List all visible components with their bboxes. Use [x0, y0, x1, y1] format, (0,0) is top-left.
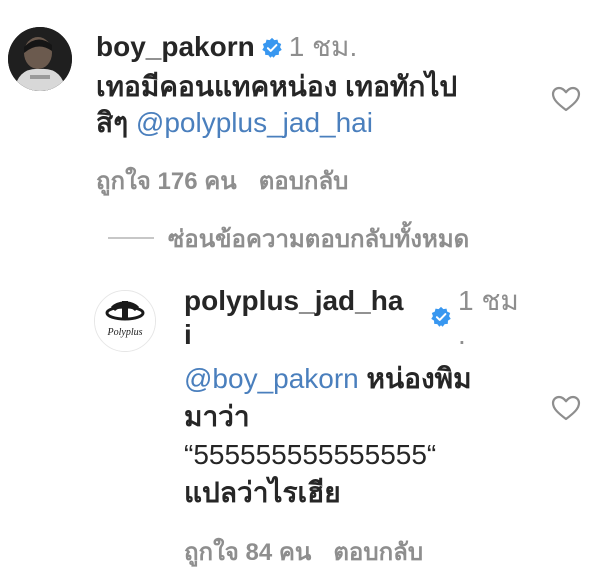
reply-username-line2: i	[184, 319, 192, 350]
comment-text: เทอมีคอนแทคหน่อง เทอทักไป สิๆ @polyplus_…	[96, 69, 516, 141]
avatar-polyplus[interactable]: Polyplus	[94, 290, 156, 352]
comment-header: boy_pakorn 1 ชม.	[96, 28, 516, 69]
avatar-photo	[8, 27, 72, 91]
reply-text-line3: “555555555555555“	[184, 439, 437, 470]
polyplus-logo: Polyplus	[95, 291, 155, 351]
comment-actions: ถูกใจ 176 คน ตอบกลับ	[96, 161, 516, 200]
avatar-boy-pakorn[interactable]	[8, 27, 72, 91]
polyplus-logo-text: Polyplus	[107, 327, 143, 338]
reply-time-line2: .	[458, 319, 466, 350]
verified-badge-icon	[261, 31, 283, 69]
heart-outline-icon[interactable]	[551, 395, 581, 421]
comment-likes-count[interactable]: ถูกใจ 176 คน	[96, 168, 237, 195]
reply-username-line1: polyplus_jad_ha	[184, 285, 404, 316]
reply-text: @boy_pakorn หน่องพิม มาว่า “555555555555…	[184, 360, 534, 512]
reply-username[interactable]: polyplus_jad_ha i	[184, 284, 403, 352]
comment-text-line1: เทอมีคอนแทคหน่อง เทอทักไป	[96, 71, 458, 102]
reply-text-line2: มาว่า	[184, 401, 250, 432]
comment: boy_pakorn 1 ชม. เทอมีคอนแทคหน่อง เทอทักไ…	[96, 28, 516, 200]
comment-text-line2: สิๆ @polyplus_jad_hai	[96, 105, 516, 141]
verified-badge-icon	[430, 306, 452, 333]
reply-text-after-mention: หน่องพิม	[366, 363, 472, 394]
reply-likes-count[interactable]: ถูกใจ 84 คน	[184, 539, 311, 566]
reply-comment: polyplus_jad_ha i 1 ชม . @boy_pakorn หน่…	[184, 284, 534, 571]
reply-reply-button[interactable]: ตอบกลับ	[333, 539, 423, 566]
comment-reply-button[interactable]: ตอบกลับ	[259, 168, 349, 195]
reply-time[interactable]: 1 ชม .	[458, 284, 519, 352]
reply-text-line1: @boy_pakorn หน่องพิม	[184, 360, 534, 398]
heart-outline-icon[interactable]	[551, 86, 581, 112]
comment-time[interactable]: 1 ชม.	[289, 31, 358, 62]
comment-mention-link[interactable]: @polyplus_jad_hai	[136, 107, 373, 138]
hide-replies-button[interactable]: ซ่อนข้อความตอบกลับทั้งหมด	[108, 218, 469, 258]
comment-username[interactable]: boy_pakorn	[96, 31, 255, 62]
reply-text-line4: แปลว่าไรเฮีย	[184, 477, 341, 508]
divider-line	[108, 237, 154, 239]
hide-replies-label: ซ่อนข้อความตอบกลับทั้งหมด	[168, 225, 470, 253]
comment-text-prefix: สิๆ	[96, 107, 129, 138]
reply-time-line1: 1 ชม	[458, 285, 519, 316]
reply-mention-link[interactable]: @boy_pakorn	[184, 363, 359, 394]
reply-header: polyplus_jad_ha i 1 ชม .	[184, 284, 534, 360]
